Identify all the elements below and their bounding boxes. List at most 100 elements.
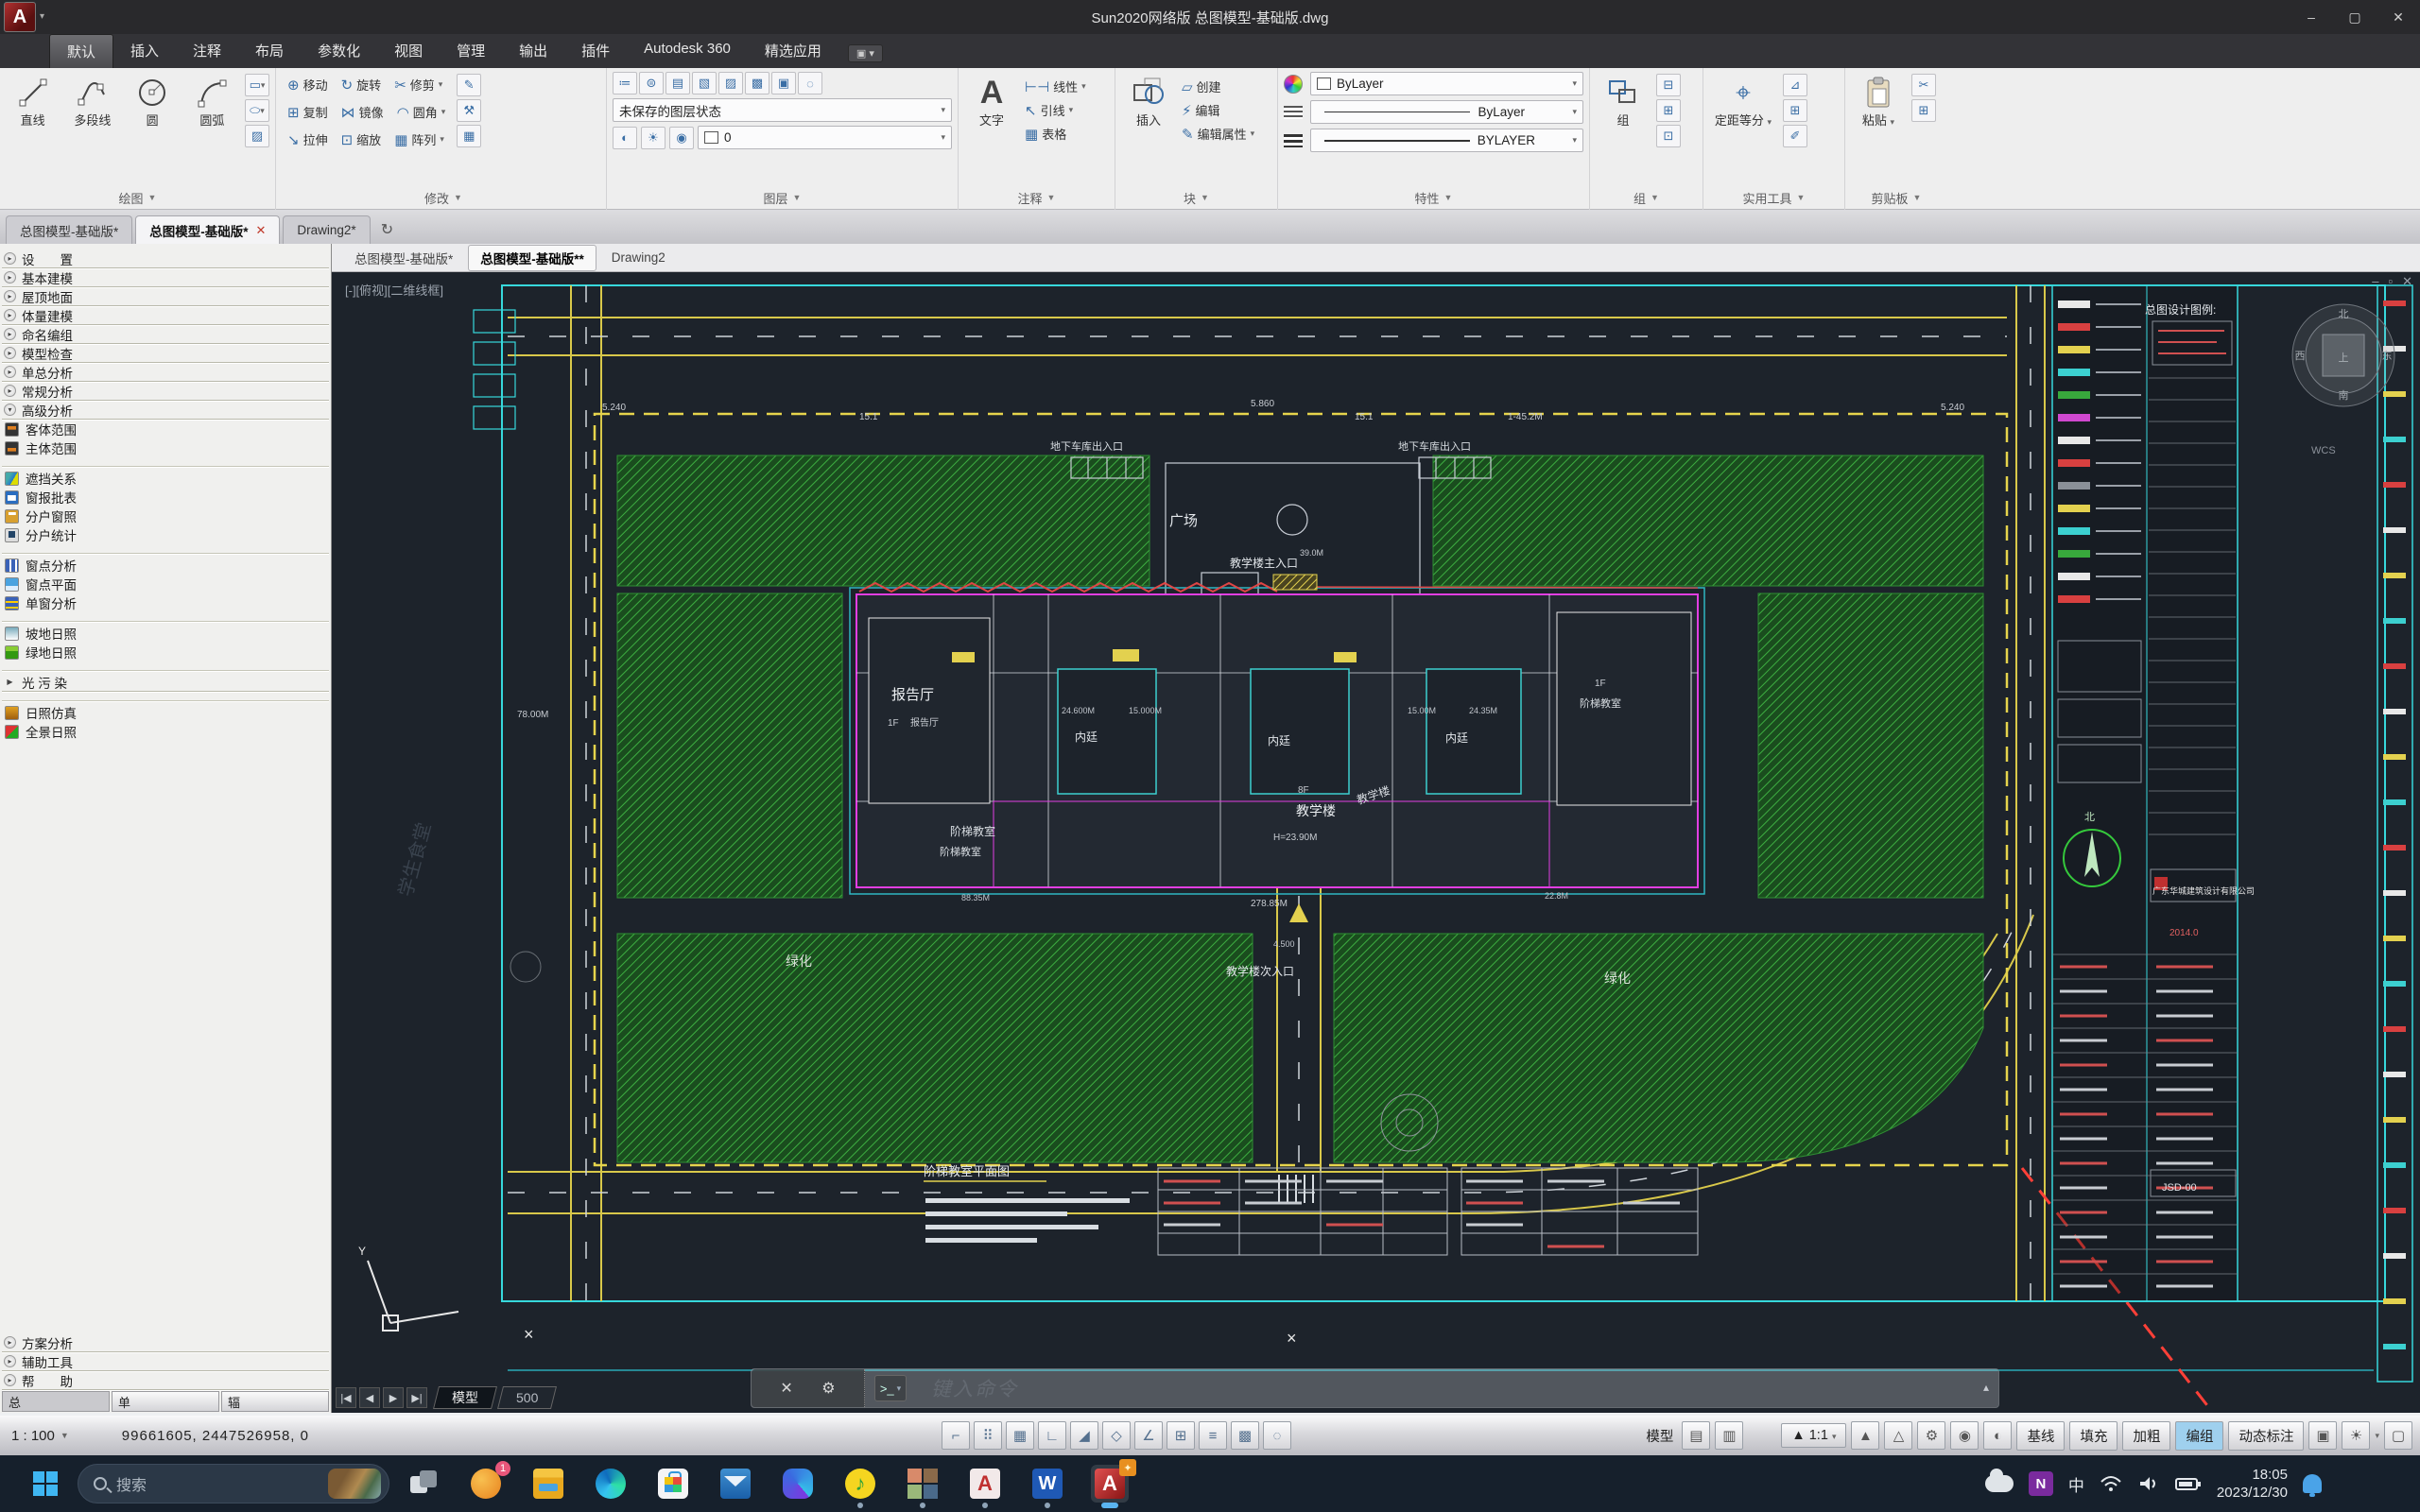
sidebar-mode-tab-总[interactable]: 总 [2, 1391, 110, 1412]
rectangle-tool-icon[interactable]: ▭ ▾ [245, 74, 269, 96]
status-toggle-动态标注[interactable]: 动态标注 [2228, 1421, 2304, 1451]
osnap-tracking-toggle[interactable]: ∠ [1134, 1421, 1163, 1450]
qq-music-taskbar-button[interactable]: ♪ [841, 1465, 879, 1503]
close-button[interactable]: ✕ [2377, 0, 2420, 34]
layer-tool-7-icon[interactable]: ◌ [798, 72, 822, 94]
collapse-icon[interactable]: ▾ [4, 404, 16, 416]
text-tool[interactable]: A 文字 [964, 72, 1019, 185]
modify-阵列-button[interactable]: ▦阵列▾ [389, 127, 450, 152]
object-color-icon[interactable] [1284, 75, 1303, 94]
polar-tracking-toggle[interactable]: ◢ [1070, 1421, 1098, 1450]
drawing-tab[interactable]: 总图模型-基础版** [468, 245, 596, 271]
polyline-tool[interactable]: 多段线 [65, 72, 119, 185]
sidebar-mode-tab-单[interactable]: 单 [112, 1391, 219, 1412]
task-view-taskbar-button[interactable] [405, 1465, 442, 1503]
group-tool[interactable]: 组 [1596, 72, 1651, 185]
ellipse-tool-icon[interactable]: ⬭ ▾ [245, 99, 269, 122]
sidebar-group-设置[interactable]: ▸设 置 [2, 249, 329, 268]
file-tab[interactable]: Drawing2* [283, 215, 370, 244]
sidebar-item-window-point-plan[interactable]: 窗点平面 [2, 575, 329, 593]
hatch-tool-icon[interactable]: ▨ [245, 125, 269, 147]
status-toggle-填充[interactable]: 填充 [2069, 1421, 2118, 1451]
viewcube-label[interactable]: 东 [2382, 350, 2393, 362]
prev-layout-button[interactable]: ◀ [359, 1387, 380, 1408]
command-recent-icon[interactable]: ▴ [1983, 1381, 1989, 1394]
panel-label-properties[interactable]: 特性▼ [1278, 185, 1589, 210]
logo-dropdown-icon[interactable]: ▾ [40, 11, 44, 22]
sidebar-group-基本建模[interactable]: ▸基本建模 [2, 268, 329, 287]
ribbon-tab-管理[interactable]: 管理 [440, 34, 502, 68]
copy-clip-icon[interactable]: ⊞ [1911, 99, 1936, 122]
sidebar-group-高级分析[interactable]: ▾高级分析 [2, 401, 329, 420]
ribbon-tab-注释[interactable]: 注释 [176, 34, 238, 68]
measure-tool[interactable]: ⌖ 定距等分 ▾ [1709, 72, 1777, 185]
sidebar-group-scheme-analysis[interactable]: ▸方案分析 [2, 1333, 329, 1352]
block-create-button[interactable]: ▱创建 [1182, 77, 1254, 95]
hardware-accel-icon[interactable]: ▣ [2308, 1421, 2337, 1450]
command-customize-icon[interactable]: ⚙ [821, 1379, 835, 1398]
sidebar-item-window-report[interactable]: 窗报批表 [2, 488, 329, 507]
layer-tool-4-icon[interactable]: ▨ [718, 72, 743, 94]
expand-icon[interactable]: ▶ [4, 676, 16, 688]
ungroup-icon[interactable]: ⊟ [1656, 74, 1681, 96]
panel-label-utilities[interactable]: 实用工具▼ [1703, 185, 1844, 210]
modify-移动-button[interactable]: ⊕移动 [282, 72, 334, 97]
store-taskbar-button[interactable] [654, 1465, 692, 1503]
annotation-scale-control[interactable]: ▲ 1:1 ▾ [1781, 1423, 1846, 1448]
block-edit-attr-button[interactable]: ✎编辑属性▾ [1182, 125, 1254, 143]
file-tab[interactable]: 总图模型-基础版* [6, 215, 132, 244]
table-button[interactable]: ▦表格 [1025, 125, 1086, 143]
selection-cycling-toggle[interactable]: ◌ [1263, 1421, 1291, 1450]
lineweight-icon[interactable] [1284, 134, 1303, 147]
current-layer-dropdown[interactable]: 0▾ [698, 126, 952, 149]
wifi-icon[interactable] [2100, 1474, 2122, 1493]
ime-indicator[interactable]: 中 [2068, 1472, 2084, 1496]
modify-修剪-button[interactable]: ✂修剪▾ [389, 72, 448, 97]
layer-lock-icon[interactable]: ◉ [669, 127, 694, 149]
block-edit-button[interactable]: ⚡编辑 [1182, 101, 1254, 119]
clean-screen-bulb-icon[interactable]: ☀ [2342, 1421, 2370, 1450]
calculator-icon[interactable]: ⊞ [1783, 99, 1807, 122]
command-input[interactable]: 键入命令 [931, 1374, 1018, 1402]
word-taskbar-button[interactable]: W [1028, 1465, 1066, 1503]
drawing-restore-button[interactable]: ▫ [2388, 274, 2393, 289]
file-tab-cycle-icon[interactable]: ↻ [381, 220, 393, 239]
lock-ui-icon[interactable]: ◉ [1950, 1421, 1979, 1450]
quick-select-icon[interactable]: ⊿ [1783, 74, 1807, 96]
insert-block-tool[interactable]: 插入 [1121, 72, 1176, 185]
autoscale-icon[interactable]: △ [1884, 1421, 1912, 1450]
modify-复制-button[interactable]: ⊞复制 [282, 99, 334, 125]
modify-圆角-button[interactable]: ◠圆角▾ [391, 99, 452, 125]
office-taskbar-button[interactable] [779, 1465, 817, 1503]
modify-旋转-button[interactable]: ↻旋转 [336, 72, 388, 97]
ribbon-tab-插件[interactable]: 插件 [564, 34, 627, 68]
panel-label-draw[interactable]: 绘图▼ [0, 185, 275, 210]
sidebar-group-光污染[interactable]: ▶光 污 染 [2, 673, 329, 692]
sidebar-group-模型检查[interactable]: ▸模型检查 [2, 344, 329, 363]
linetype-dropdown[interactable]: ByLayer▾ [1310, 100, 1583, 124]
sidebar-item-single-window-analysis[interactable]: 单窗分析 [2, 593, 329, 612]
modify-镜像-button[interactable]: ⋈镜像 [336, 99, 389, 125]
viewcube-label[interactable]: 上 [2339, 352, 2349, 364]
sidebar-item-household-window[interactable]: 分户窗照 [2, 507, 329, 525]
status-overflow-icon[interactable]: ▾ [2375, 1431, 2379, 1441]
group-select-icon[interactable]: ⊡ [1656, 125, 1681, 147]
snap-mode-toggle[interactable]: ⠿ [974, 1421, 1002, 1450]
drawing-canvas[interactable]: 北东南西上 [-][俯视][二维线框]地下车库出入口地下车库出入口5.24015… [332, 272, 2420, 1413]
erase-icon[interactable]: ▦ [457, 125, 481, 147]
line-tool[interactable]: 直线 [6, 72, 60, 185]
sidebar-item-panorama-sunlight[interactable]: 全景日照 [2, 722, 329, 741]
group-edit-icon[interactable]: ⊞ [1656, 99, 1681, 122]
clock[interactable]: 18:05 2023/12/30 [2217, 1466, 2288, 1503]
model-space-indicator[interactable]: 模型 [1646, 1426, 1673, 1446]
next-layout-button[interactable]: ▶ [383, 1387, 404, 1408]
sidebar-group-单总分析[interactable]: ▸单总分析 [2, 363, 329, 382]
status-toggle-基线[interactable]: 基线 [2016, 1421, 2065, 1451]
settings-gear-icon[interactable]: ⚙ [1917, 1421, 1945, 1450]
arc-tool[interactable]: 圆弧 [185, 72, 239, 185]
layer-tool-0-icon[interactable]: ≔ [613, 72, 637, 94]
object-snap-toggle[interactable]: ⊞ [1167, 1421, 1195, 1450]
sidebar-item-subject-range[interactable]: 主体范围 [2, 438, 329, 457]
onenote-icon[interactable]: N [2029, 1471, 2053, 1496]
search-daily-image[interactable] [328, 1469, 381, 1499]
